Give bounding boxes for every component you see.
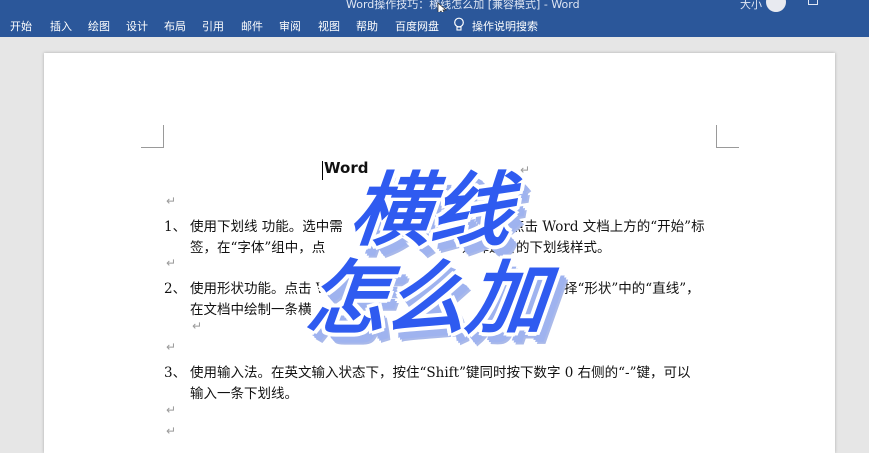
list-item-text: 输入一条下划线。 — [190, 386, 298, 402]
paragraph-mark: ↵ — [166, 403, 177, 417]
tab-view[interactable]: 视图 — [318, 18, 340, 34]
ribbon-tabs: 开始 插入 绘图 设计 布局 引用 邮件 审阅 视图 帮助 百度网盘 操作说明搜… — [0, 12, 869, 37]
tab-review[interactable]: 审阅 — [279, 18, 301, 34]
paragraph-mark: ↵ — [166, 340, 177, 354]
paragraph-mark: ↵ — [520, 163, 531, 177]
list-item-text: 择“形状”中的“直线”， — [564, 281, 700, 297]
title-bar: Word操作技巧：横线怎么加 [兼容模式] - Word 大小 — [0, 0, 869, 12]
tab-mailings[interactable]: 邮件 — [241, 18, 263, 34]
tab-references[interactable]: 引用 — [202, 18, 224, 34]
tab-design[interactable]: 设计 — [126, 18, 148, 34]
list-item-text: 使用输入法。在英文输入状态下，按住“Shift”键同时按下数字 0 右侧的“-”… — [190, 365, 691, 381]
tell-me-search[interactable]: 操作说明搜索 — [472, 18, 538, 34]
restore-window-icon[interactable] — [808, 0, 818, 5]
tab-draw[interactable]: 绘图 — [88, 18, 110, 34]
paragraph-mark: ↵ — [166, 424, 177, 438]
tab-layout[interactable]: 布局 — [164, 18, 186, 34]
list-number: 2、 — [164, 281, 187, 297]
avatar[interactable] — [766, 0, 786, 12]
list-number: 3、 — [164, 365, 187, 381]
list-item-text: 在文档中绘制一条横 — [190, 302, 312, 318]
overlay-title-line-2: 怎么加 — [302, 252, 553, 345]
text-caret — [322, 161, 323, 180]
list-item-text: 点击 Word 文档上方的“开始”标 — [511, 219, 705, 235]
paragraph-mark: ↵ — [166, 194, 177, 208]
list-item-text: 签，在“字体”组中，点 — [190, 240, 326, 256]
tab-insert[interactable]: 插入 — [50, 18, 72, 34]
paragraph-mark: ↵ — [192, 319, 203, 333]
paragraph-mark: ↵ — [166, 256, 177, 270]
lightbulb-icon[interactable] — [453, 17, 465, 32]
tab-help[interactable]: 帮助 — [356, 18, 378, 34]
tab-baidu-netdisk[interactable]: 百度网盘 — [395, 18, 439, 34]
mouse-cursor-icon — [437, 2, 447, 12]
list-item-text: 使用下划线 功能。选中需 — [190, 219, 343, 235]
list-number: 1、 — [164, 219, 187, 235]
user-name[interactable]: 大小 — [740, 0, 762, 12]
window-title: Word操作技巧：横线怎么加 [兼容模式] - Word — [346, 0, 580, 11]
tab-home[interactable]: 开始 — [10, 18, 32, 34]
